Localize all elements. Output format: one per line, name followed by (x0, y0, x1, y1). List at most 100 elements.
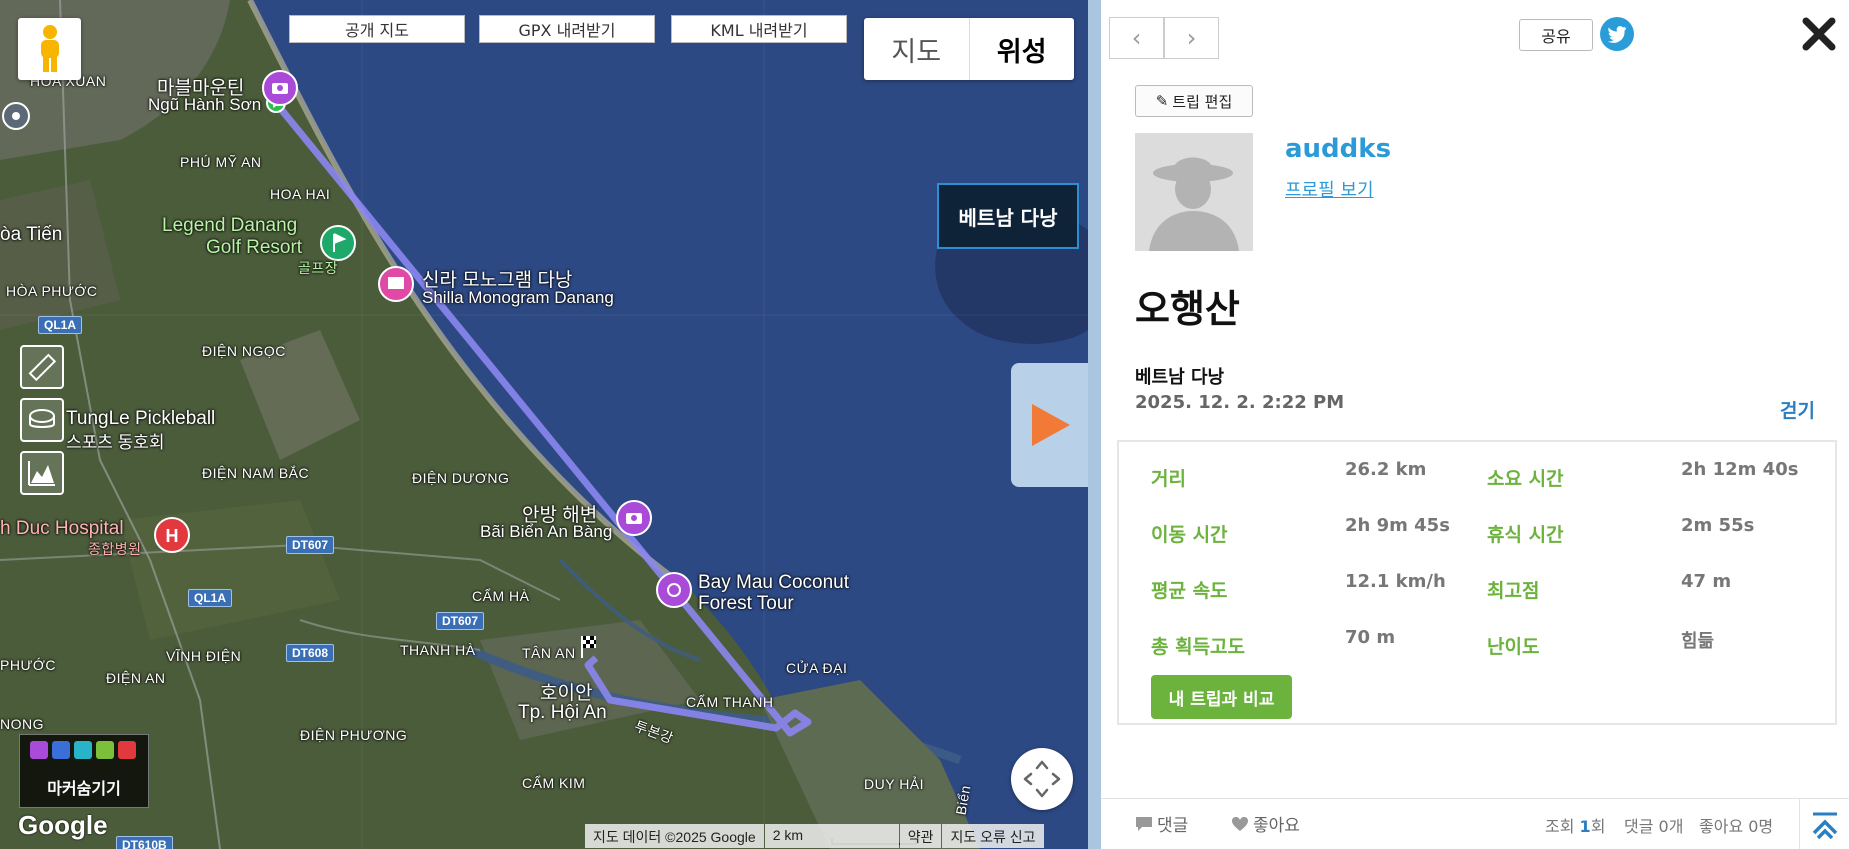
label-phu-my-an: PHÚ MỸ AN (180, 154, 262, 170)
scroll-top-button[interactable] (1799, 799, 1849, 849)
stat-value-total-time: 2h 12m 40s (1681, 459, 1799, 480)
compare-with-my-trip-button[interactable]: 내 트립과 비교 (1151, 675, 1292, 719)
play-icon (1031, 404, 1070, 446)
like-count: 좋아요 0명 (1699, 817, 1774, 836)
tour-pin-icon (656, 572, 692, 608)
stat-label-avg-speed: 평균 속도 (1151, 580, 1228, 602)
stat-value-moving-time: 2h 9m 45s (1345, 515, 1450, 536)
video-marker-icon (52, 741, 70, 759)
scroll-to-top-icon (1812, 812, 1837, 839)
terms-link[interactable]: 약관 (899, 824, 942, 848)
comment-button[interactable]: 댓글 (1135, 811, 1188, 836)
road-dt608: DT608 (286, 644, 335, 662)
ruler-tool-button[interactable] (20, 345, 64, 389)
road-dt607: DT607 (436, 612, 485, 630)
twitter-icon (1607, 26, 1627, 43)
username[interactable]: auddks (1285, 134, 1391, 164)
map-type-satellite-button[interactable]: 위성 (970, 18, 1075, 80)
label-cam-thanh: CẨM THANH (686, 694, 774, 710)
label-dien-nam-bac: ĐIỆN NAM BẮC (202, 465, 310, 481)
edit-trip-label: 트립 편집 (1172, 92, 1233, 111)
label-golf-ko: 골프장 (298, 260, 339, 276)
play-track-button[interactable] (1011, 363, 1088, 487)
app-root: H HOA XUAN 마블마운틴 Ngũ Hành Sơn PHÚ MỸ AN … (0, 0, 1849, 849)
measure-tool-button[interactable] (20, 398, 64, 442)
prev-button[interactable]: ‹ (1109, 17, 1164, 59)
gpx-download-button[interactable]: GPX 내려받기 (479, 15, 655, 43)
profile-link[interactable]: 프로필 보기 (1285, 176, 1374, 202)
label-ba-tien: òa Tiến (0, 224, 63, 245)
view-count-number: 1 (1579, 817, 1591, 836)
label-vinh-dien: VĨNH ĐIỆN (166, 648, 242, 664)
like-button[interactable]: 좋아요 (1231, 811, 1300, 836)
label-anbang-en: Bãi Biển An Bàng (480, 522, 613, 541)
place-tag[interactable]: 베트남 다낭 (937, 183, 1079, 249)
label-hoian-en: Tp. Hội An (518, 702, 607, 723)
marker-hide-toggle[interactable]: 마커숨기기 (19, 734, 149, 808)
close-button[interactable] (1799, 14, 1839, 54)
hospital-pin-icon: H (154, 517, 190, 553)
stat-label-rest-time: 휴식 시간 (1487, 524, 1564, 546)
photo-marker-icon (30, 741, 48, 759)
heart-icon (1232, 816, 1248, 831)
close-icon (1802, 17, 1836, 51)
label-thanh-ha: THANH HÀ (400, 642, 476, 658)
stat-label-difficulty: 난이도 (1487, 636, 1540, 658)
alert-marker-icon (118, 741, 136, 759)
marker-type-pins (30, 741, 136, 759)
pencil-icon: ✎ (1155, 92, 1169, 110)
stat-label-total-time: 소요 시간 (1487, 468, 1564, 490)
label-phuoc: PHƯỚC (0, 657, 57, 673)
label-coconut-2: Forest Tour (698, 593, 794, 614)
label-tan-an: TÂN AN (522, 645, 576, 661)
trip-location: 베트남 다낭 (1135, 367, 1225, 388)
map-type-control: 지도 위성 (864, 18, 1074, 80)
label-cam-kim: CẨM KIM (522, 775, 586, 791)
pan-control[interactable] (1011, 748, 1073, 810)
trip-detail-panel: ‹ › 공유 ✎ 트립 편집 auddks 프로필 보기 오행산 베트남 다낭 … (1101, 0, 1849, 849)
trip-activity[interactable]: 걷기 (1780, 396, 1815, 423)
pegman-icon (40, 25, 59, 72)
elevation-chart-icon (28, 461, 55, 486)
map-data-credit: 지도 데이터 ©2025 Google (585, 824, 764, 848)
view-count-unit: 회 (1590, 817, 1606, 836)
gear-pin-icon (2, 102, 30, 130)
memo-marker-icon (96, 741, 114, 759)
stat-value-difficulty: 힘듦 (1681, 631, 1715, 652)
public-map-button[interactable]: 공개 지도 (289, 15, 465, 43)
like-label: 좋아요 (1253, 816, 1300, 836)
chevron-left-icon: ‹ (1131, 24, 1142, 52)
note-marker-icon (74, 741, 92, 759)
report-error-link[interactable]: 지도 오류 신고 (942, 824, 1044, 848)
twitter-share-button[interactable] (1600, 17, 1634, 51)
chevron-right-icon: › (1186, 24, 1197, 52)
next-button[interactable]: › (1164, 17, 1219, 59)
camera-pin-icon (262, 70, 298, 106)
label-tungle-1: TungLe Pickleball (66, 408, 216, 429)
edit-trip-button[interactable]: ✎ 트립 편집 (1135, 85, 1253, 117)
stat-label-moving-time: 이동 시간 (1151, 524, 1228, 546)
scale-label: 2 km (764, 824, 899, 848)
map-type-map-button[interactable]: 지도 (864, 18, 970, 80)
label-ngu-hanh-son: Ngũ Hành Sơn (148, 95, 262, 114)
map-view[interactable]: H HOA XUAN 마블마운틴 Ngũ Hành Sơn PHÚ MỸ AN … (0, 0, 1088, 849)
comment-label: 댓글 (1157, 816, 1189, 836)
label-duy-hai: DUY HẢI (864, 776, 925, 792)
label-coconut-1: Bay Mau Coconut (698, 572, 850, 593)
label-hoian-ko: 호이안 (540, 683, 593, 704)
google-logo: Google (18, 810, 108, 840)
svg-text:H: H (166, 526, 179, 546)
label-hospital-en: h Duc Hospital (0, 518, 124, 539)
kml-download-button[interactable]: KML 내려받기 (671, 15, 847, 43)
move-arrows-icon (1023, 760, 1061, 798)
avatar[interactable] (1135, 133, 1253, 251)
elevation-tool-button[interactable] (20, 451, 64, 495)
ruler-icon (28, 353, 57, 382)
label-dien-ngoc: ĐIỆN NGỌC (202, 343, 286, 359)
label-tungle-2: 스포츠 동호회 (66, 433, 165, 452)
street-view-pegman[interactable] (18, 18, 81, 80)
label-legend-golf-1: Legend Danang (162, 215, 298, 236)
share-button[interactable]: 공유 (1519, 19, 1593, 51)
label-hoa-phuoc: HÒA PHƯỚC (6, 283, 98, 299)
panel-divider[interactable] (1088, 0, 1101, 849)
